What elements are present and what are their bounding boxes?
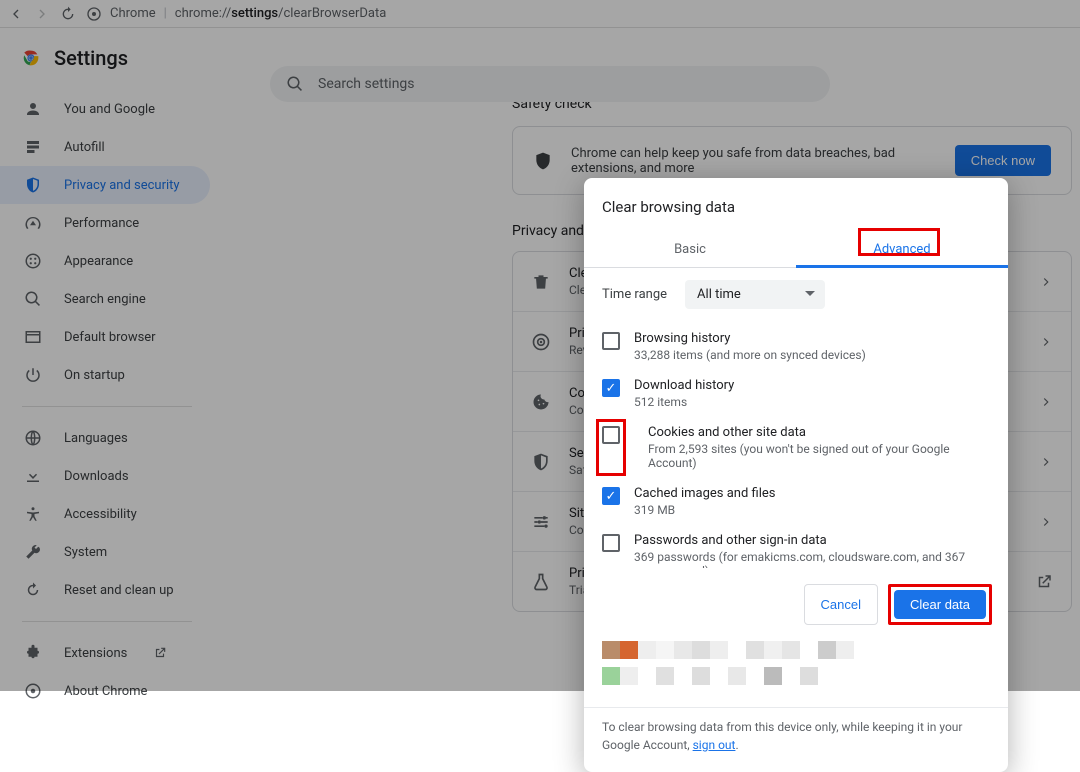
external-link-icon bbox=[153, 646, 167, 660]
forward-icon[interactable] bbox=[34, 6, 50, 22]
dialog-footer-note: To clear browsing data from this device … bbox=[584, 707, 1008, 754]
external-link-icon bbox=[1035, 573, 1053, 591]
person-icon bbox=[24, 100, 42, 118]
checkbox-row: Download history512 items bbox=[602, 370, 990, 417]
checkbox-row: Browsing history33,288 items (and more o… bbox=[602, 323, 990, 370]
sidebar-item-privacy-and-security[interactable]: Privacy and security bbox=[0, 166, 210, 204]
puzzle-icon bbox=[24, 644, 42, 662]
chevron-right-icon bbox=[1039, 455, 1053, 469]
reset-icon bbox=[24, 581, 42, 599]
dialog-tabs: Basic Advanced bbox=[584, 232, 1008, 268]
checkbox[interactable] bbox=[602, 487, 620, 505]
wrench-icon bbox=[24, 543, 42, 561]
sliders-icon bbox=[531, 512, 551, 532]
tab-basic[interactable]: Basic bbox=[584, 232, 796, 267]
sidebar-item-system[interactable]: System bbox=[0, 533, 210, 571]
cancel-button[interactable]: Cancel bbox=[804, 584, 878, 625]
time-range-select[interactable]: All time bbox=[685, 280, 825, 309]
sign-out-link[interactable]: sign out bbox=[693, 738, 736, 752]
sidebar-item-extensions[interactable]: Extensions bbox=[0, 634, 210, 672]
speed-icon bbox=[24, 214, 42, 232]
sidebar-item-search-engine[interactable]: Search engine bbox=[0, 280, 210, 318]
chevron-right-icon bbox=[1039, 395, 1053, 409]
appearance-icon bbox=[24, 252, 42, 270]
dialog-title: Clear browsing data bbox=[584, 178, 1008, 232]
sidebar-item-downloads[interactable]: Downloads bbox=[0, 457, 210, 495]
sidebar-item-about-chrome[interactable]: About Chrome bbox=[0, 672, 210, 710]
highlight-cookies-checkbox bbox=[596, 419, 626, 476]
sidebar-item-default-browser[interactable]: Default browser bbox=[0, 318, 210, 356]
back-icon[interactable] bbox=[8, 6, 24, 22]
tab-advanced[interactable]: Advanced bbox=[796, 232, 1008, 267]
power-icon bbox=[24, 366, 42, 384]
download-icon bbox=[24, 467, 42, 485]
chrome-icon bbox=[86, 6, 102, 22]
sidebar-item-languages[interactable]: Languages bbox=[0, 419, 210, 457]
sidebar-item-autofill[interactable]: Autofill bbox=[0, 128, 210, 166]
chevron-right-icon bbox=[1039, 515, 1053, 529]
sidebar-item-appearance[interactable]: Appearance bbox=[0, 242, 210, 280]
redacted-pixelated-area-2 bbox=[602, 667, 990, 697]
url-prefix: Chrome bbox=[110, 6, 156, 21]
shield-icon bbox=[533, 151, 553, 171]
browser-icon bbox=[24, 328, 42, 346]
search-placeholder: Search settings bbox=[318, 76, 415, 92]
chrome-icon bbox=[24, 682, 42, 700]
clear-data-button[interactable]: Clear data bbox=[894, 590, 986, 619]
accessibility-icon bbox=[24, 505, 42, 523]
highlight-clear-data: Clear data bbox=[888, 584, 992, 625]
cookie-icon bbox=[531, 392, 551, 412]
sidebar-item-accessibility[interactable]: Accessibility bbox=[0, 495, 210, 533]
sidebar-item-reset-and-clean-up[interactable]: Reset and clean up bbox=[0, 571, 210, 609]
checkbox-row: Cookies and other site dataFrom 2,593 si… bbox=[602, 417, 990, 478]
globe-icon bbox=[24, 429, 42, 447]
check-now-button[interactable]: Check now bbox=[955, 145, 1051, 176]
safety-check-msg: Chrome can help keep you safe from data … bbox=[571, 146, 937, 176]
search-settings-input[interactable]: Search settings bbox=[270, 66, 830, 102]
checkbox[interactable] bbox=[602, 426, 620, 444]
autofill-icon bbox=[24, 138, 42, 156]
search-icon bbox=[286, 75, 304, 93]
clear-browsing-data-dialog: Clear browsing data Basic Advanced Time … bbox=[584, 178, 1008, 772]
chevron-right-icon bbox=[1039, 335, 1053, 349]
chevron-right-icon bbox=[1039, 275, 1053, 289]
search-icon bbox=[24, 290, 42, 308]
sidebar-item-on-startup[interactable]: On startup bbox=[0, 356, 210, 394]
checkbox-row: Passwords and other sign-in data369 pass… bbox=[602, 525, 990, 568]
checkbox[interactable] bbox=[602, 534, 620, 552]
checkbox-row: Cached images and files319 MB bbox=[602, 478, 990, 525]
shield-icon bbox=[24, 176, 42, 194]
checkbox[interactable] bbox=[602, 332, 620, 350]
trash-icon bbox=[531, 272, 551, 292]
shield-icon bbox=[531, 452, 551, 472]
flask-icon bbox=[531, 572, 551, 592]
reload-icon[interactable] bbox=[60, 6, 76, 22]
settings-sidebar: Settings You and GoogleAutofillPrivacy a… bbox=[0, 28, 240, 691]
sidebar-item-performance[interactable]: Performance bbox=[0, 204, 210, 242]
time-range-label: Time range bbox=[602, 287, 667, 302]
checkbox[interactable] bbox=[602, 379, 620, 397]
target-icon bbox=[531, 332, 551, 352]
address-bar[interactable]: Chrome | chrome://settings/clearBrowserD… bbox=[86, 6, 386, 22]
browser-toolbar: Chrome | chrome://settings/clearBrowserD… bbox=[0, 0, 1080, 28]
